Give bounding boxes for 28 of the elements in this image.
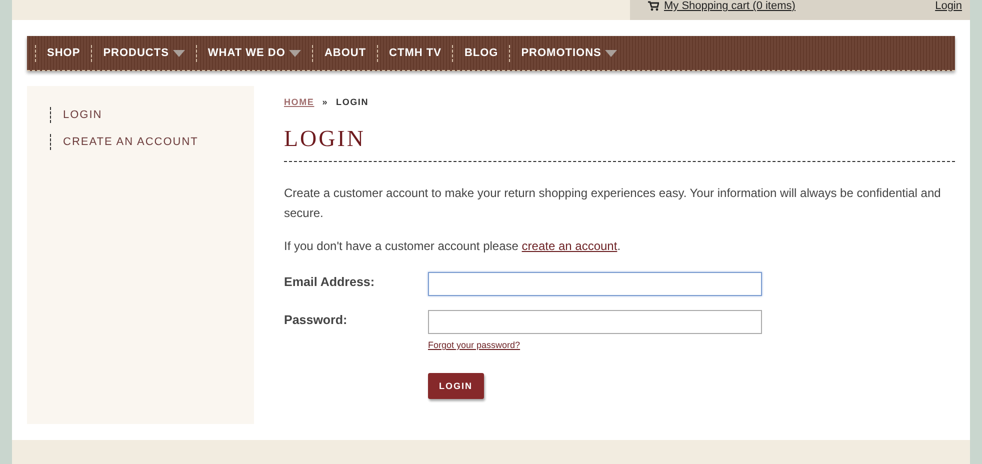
caret-icon <box>289 50 302 56</box>
cart-link[interactable]: My Shopping cart (0 items) <box>648 0 796 12</box>
nav-item[interactable]: PRODUCTS <box>91 44 196 62</box>
field-label: Password: <box>284 312 348 329</box>
intro-text: Create a customer account to make your return shopping experiences easy. Your information will always be confidential and secure. <box>284 185 942 222</box>
sidebar-link[interactable]: CREATE AN ACCOUNT <box>50 134 198 150</box>
email-field[interactable] <box>428 272 762 296</box>
forgot-password-link[interactable]: Forgot your password? <box>428 339 762 351</box>
create-account-text: If you don't have a customer account please create an account. <box>284 238 622 255</box>
nav-item[interactable]: PROMOTIONS <box>509 44 628 62</box>
nav-item[interactable]: WHAT WE DO <box>196 44 312 62</box>
nav-item[interactable]: SHOP <box>35 44 92 62</box>
caret-icon <box>172 50 185 56</box>
create-account-link[interactable]: create an account <box>522 239 618 253</box>
breadcrumb-item: » <box>322 96 328 108</box>
nav-item[interactable]: ABOUT <box>312 44 378 62</box>
login-link[interactable]: Login <box>935 0 962 12</box>
password-field[interactable] <box>428 310 762 334</box>
nav-item[interactable]: CTMH TV <box>377 44 452 62</box>
nav-item[interactable]: BLOG <box>452 44 510 62</box>
page-title: LOGIN <box>284 126 955 162</box>
login-button[interactable]: LOGIN <box>428 373 484 399</box>
cart-icon <box>648 1 659 11</box>
caret-icon <box>605 50 618 56</box>
sidebar-link[interactable]: LOGIN <box>50 107 102 123</box>
field-label: Email Address: <box>284 274 376 291</box>
breadcrumb-link[interactable]: HOME <box>284 96 314 108</box>
breadcrumb-item: LOGIN <box>336 96 369 108</box>
